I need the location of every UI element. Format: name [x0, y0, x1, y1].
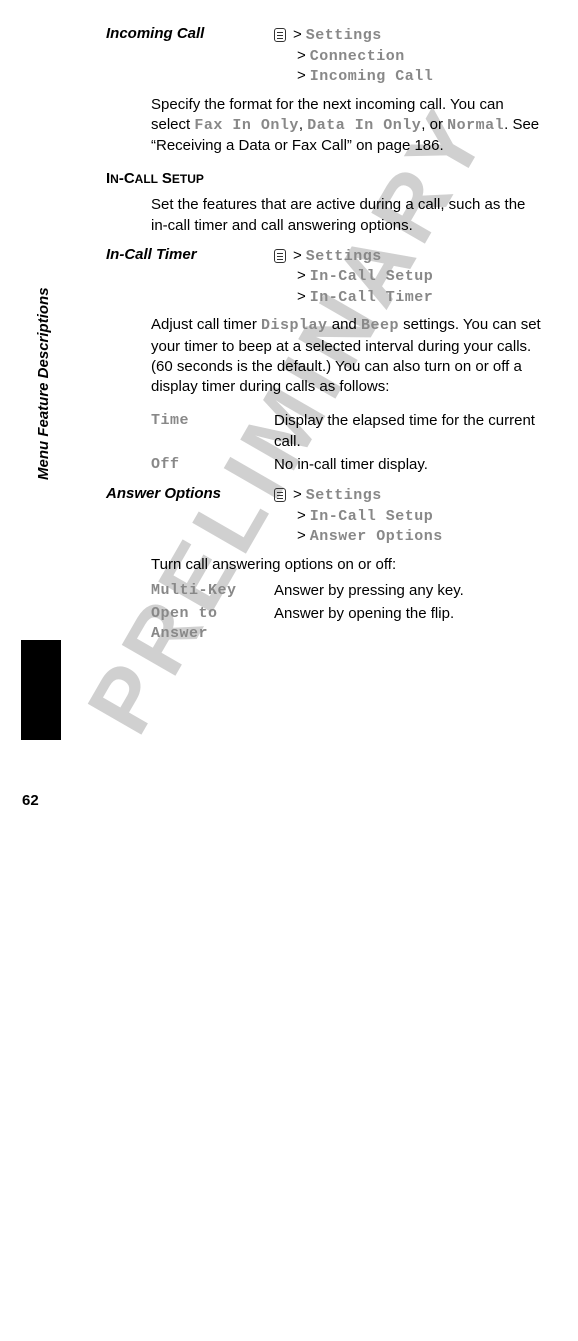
incoming-call-feature: Incoming Call >Settings >Connection >Inc…: [106, 25, 543, 87]
nav-path: >Settings >In-Call Setup >Answer Options: [274, 485, 443, 547]
incall-intro: Set the features that are active during …: [151, 195, 543, 236]
nav-path: >Settings >In-Call Setup >In-Call Timer: [274, 246, 433, 308]
incoming-call-body: Specify the format for the next incoming…: [151, 95, 543, 157]
option-name: Multi-Key: [151, 581, 274, 601]
feature-title: Answer Options: [106, 485, 274, 547]
answer-options-feature: Answer Options >Settings >In-Call Setup …: [106, 485, 543, 547]
feature-title: Incoming Call: [106, 25, 274, 87]
main-content: Incoming Call >Settings >Connection >Inc…: [106, 25, 543, 651]
menu-icon: [274, 28, 286, 42]
in-call-timer-body: Adjust call timer Display and Beep setti…: [151, 315, 543, 397]
option-multi-key: Multi-Key Answer by pressing any key.: [151, 581, 543, 601]
option-name: Off: [151, 455, 274, 475]
option-desc: Answer by pressing any key.: [274, 581, 543, 601]
option-open-to-answer: Open to Answer Answer by opening the fli…: [151, 604, 543, 645]
option-desc: Display the elapsed time for the current…: [274, 411, 543, 452]
nav-settings: Settings: [306, 27, 382, 44]
nav-incoming-call: Incoming Call: [310, 68, 434, 85]
tab-bullets: [50, 1299, 75, 1341]
answer-options-intro: Turn call answering options on or off:: [151, 555, 543, 575]
in-call-timer-feature: In-Call Timer >Settings >In-Call Setup >…: [106, 246, 543, 308]
menu-icon: [274, 488, 286, 502]
nav-connection: Connection: [310, 48, 405, 65]
option-name: Time: [151, 411, 274, 452]
option-name: Open to Answer: [151, 604, 274, 645]
feature-title: In-Call Timer: [106, 246, 274, 308]
option-desc: No in-call timer display.: [274, 455, 543, 475]
nav-path: >Settings >Connection >Incoming Call: [274, 25, 433, 87]
option-time: Time Display the elapsed time for the cu…: [151, 411, 543, 452]
menu-icon: [274, 249, 286, 263]
page-number: 62: [22, 792, 39, 809]
option-desc: Answer by opening the flip.: [274, 604, 543, 645]
tab-marker: [21, 640, 61, 740]
section-header-incall: IN-CALL SETUP: [106, 170, 543, 187]
sidebar-label: Menu Feature Descriptions: [35, 287, 52, 480]
option-off: Off No in-call timer display.: [151, 455, 543, 475]
